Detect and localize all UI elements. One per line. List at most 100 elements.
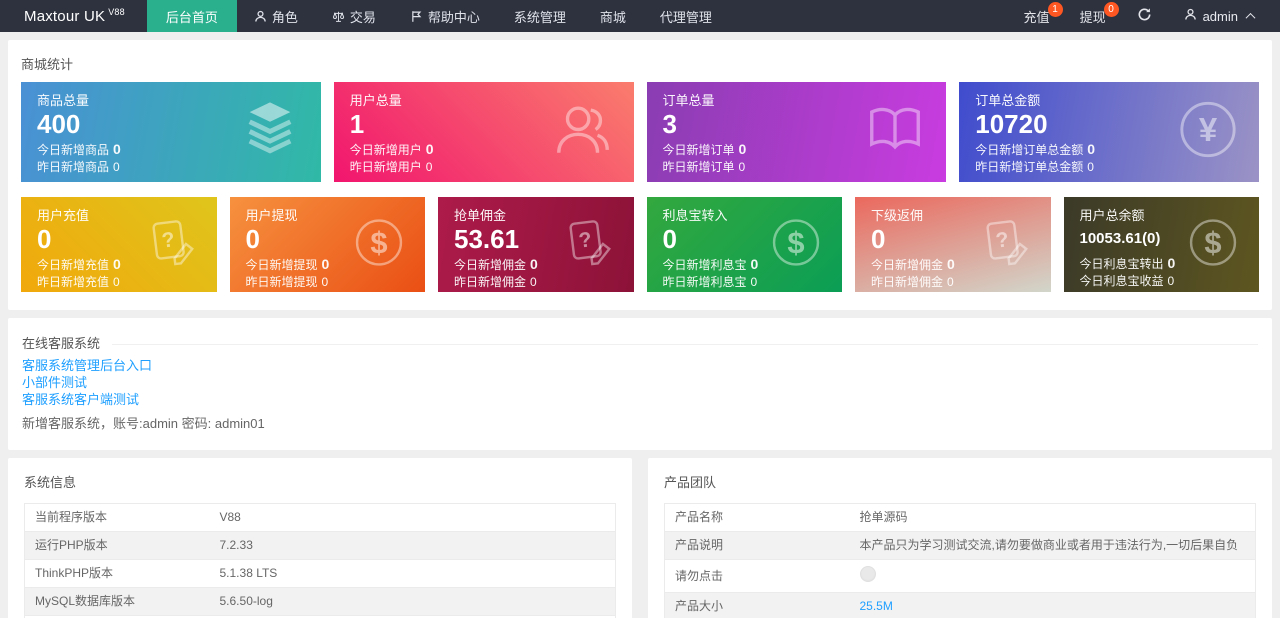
table-row: 产品名称 抢单源码 xyxy=(664,503,1256,532)
withdraw-badge: 0 xyxy=(1103,2,1119,17)
book-icon xyxy=(864,99,926,166)
row-label: 产品说明 xyxy=(664,531,850,560)
stat-card-yesterday-line: 昨日新增佣金 0 xyxy=(454,275,537,289)
stat-card-yesterday-line: 昨日新增佣金 0 xyxy=(871,275,954,289)
doc-question-icon: ? xyxy=(145,216,197,273)
nav-item-roles[interactable]: 角色 xyxy=(237,0,315,32)
table-row: 运行PHP版本 7.2.33 xyxy=(24,531,616,560)
stat-card-order-total: 订单总量 3 今日新增订单 0 昨日新增订单 0 xyxy=(646,82,947,182)
doc-question-icon: ? xyxy=(562,216,614,273)
row-value: 5.6.50-log xyxy=(209,587,616,616)
svg-text:$: $ xyxy=(787,225,804,260)
chevron-up-icon xyxy=(1245,12,1256,23)
dollar-circle-icon: $ xyxy=(770,216,822,273)
user-icon xyxy=(1184,8,1197,24)
row-label: 运行PHP版本 xyxy=(24,531,210,560)
mall-stats-title: 商城统计 xyxy=(21,57,74,72)
stat-cards-row1: 商品总量 400 今日新增商品 0 昨日新增商品 0 用户总量 1 今日新增用户 0 昨日新增用户 0… xyxy=(21,82,1259,182)
online-service-title: 在线客服系统 xyxy=(22,336,101,351)
stat-cards-row2: 用户充值 0 今日新增充值 0 昨日新增充值 0? 用户提现 0 今日新增提现 0 昨日新增提现 0 $… xyxy=(21,197,1259,292)
table-row: 产品大小 25.5M xyxy=(664,592,1256,618)
nav-item-mall[interactable]: 商城 xyxy=(583,0,643,32)
svg-text:?: ? xyxy=(577,228,593,252)
nav-item-system-manage[interactable]: 系统管理 xyxy=(497,0,583,32)
nav-item-label: 交易 xyxy=(349,9,376,25)
nav-right: 充值 1 提现 0 admin xyxy=(1009,0,1280,32)
table-row: 产品说明 本产品只为学习测试交流,请勿要做商业或者用于违法行为,一切后果自负 xyxy=(664,531,1256,560)
stat-card-yesterday-line: 昨日新增充值 0 xyxy=(37,275,120,289)
nav-item-help-center[interactable]: 帮助中心 xyxy=(393,0,497,32)
row-label: ThinkPHP版本 xyxy=(24,559,210,588)
app-logo: Maxtour UK V88 xyxy=(0,0,147,32)
row-value: V88 xyxy=(209,503,616,532)
service-link-service-client-test[interactable]: 客服系统客户端测试 xyxy=(22,391,139,408)
stat-card-yesterday-line: 今日利息宝收益 0 xyxy=(1079,274,1175,288)
nav-item-label: 后台首页 xyxy=(165,9,218,25)
user-menu[interactable]: admin xyxy=(1168,0,1266,32)
refresh-button[interactable] xyxy=(1121,0,1168,32)
stat-card-user-total: 用户总量 1 今日新增用户 0 昨日新增用户 0 xyxy=(333,82,634,182)
stat-card-interest-transfer-in: 利息宝转入 0 今日新增利息宝 0 昨日新增利息宝 0 $ xyxy=(646,197,842,292)
stat-card-yesterday-line: 昨日新增提现 0 xyxy=(245,275,329,289)
dollar-circle-icon: $ xyxy=(353,216,405,273)
user-icon xyxy=(254,10,267,23)
service-link-widget-test[interactable]: 小部件测试 xyxy=(22,374,87,391)
dollar-circle-icon: $ xyxy=(1187,216,1239,273)
row-label: 当前程序版本 xyxy=(24,503,210,532)
main-content: 商城统计 商品总量 400 今日新增商品 0 昨日新增商品 0 用户总量 1 今日新增用户 0 昨日… xyxy=(0,32,1280,618)
service-account-note: 新增客服系统，账号:admin 密码: admin01 xyxy=(22,416,265,431)
stat-card-user-recharge: 用户充值 0 今日新增充值 0 昨日新增充值 0? xyxy=(21,197,217,292)
bottom-panels: 系统信息 当前程序版本 V88 运行PHP版本 7.2.33 ThinkPHP版本 5.1… xyxy=(8,458,1272,618)
app-logo-version: V88 xyxy=(108,7,125,17)
nav-menu: 后台首页 角色 交易 帮助中心 系统管理 商城 代理管理 xyxy=(146,0,729,32)
stat-card-order-amount-total: 订单总金额 10720 今日新增订单总金额 0 昨日新增订单总金额 0 ¥ xyxy=(959,82,1259,182)
row-value xyxy=(849,559,1256,593)
online-service-panel: 在线客服系统 客服系统管理后台入口 小部件测试 客服系统客户端测试 新增客服系统，账… xyxy=(8,318,1272,450)
row-value: 抢单源码 xyxy=(849,503,1256,532)
nav-item-label: 代理管理 xyxy=(659,9,712,25)
app-logo-text: Maxtour UK xyxy=(24,7,106,25)
nav-item-agent-manage[interactable]: 代理管理 xyxy=(643,0,729,32)
system-info-panel: 系统信息 当前程序版本 V88 运行PHP版本 7.2.33 ThinkPHP版本 5.1… xyxy=(8,458,632,618)
top-navbar: Maxtour UK V88 后台首页 角色 交易 帮助中心 系统管理 商城 代理管理 充值 … xyxy=(0,0,1280,32)
users-icon xyxy=(552,99,614,166)
stat-card-product-total: 商品总量 400 今日新增商品 0 昨日新增商品 0 xyxy=(21,82,321,182)
svg-text:¥: ¥ xyxy=(1199,111,1218,148)
nav-item-label: 商城 xyxy=(599,9,626,25)
row-value: 7.2.33 xyxy=(209,531,616,560)
row-value: 25.5M xyxy=(849,592,1256,618)
service-link-service-admin-entry[interactable]: 客服系统管理后台入口 xyxy=(22,357,152,374)
product-team-panel: 产品团队 产品名称 抢单源码 产品说明 本产品只为学习测试交流,请勿要做商业或者用于违… xyxy=(648,458,1272,618)
flag-icon xyxy=(410,10,423,23)
svg-text:?: ? xyxy=(160,228,176,252)
svg-text:$: $ xyxy=(370,225,387,260)
service-links: 客服系统管理后台入口 小部件测试 客服系统客户端测试 xyxy=(22,357,1258,408)
nav-item-label: 系统管理 xyxy=(513,9,566,25)
row-label: MySQL数据库版本 xyxy=(24,587,210,616)
row-label: 请勿点击 xyxy=(664,559,850,593)
nav-item-trade[interactable]: 交易 xyxy=(315,0,393,32)
recharge-button[interactable]: 充值 1 xyxy=(1009,0,1065,32)
product-team-title: 产品团队 xyxy=(664,475,717,490)
row-value-link[interactable]: 25.5M xyxy=(860,599,893,613)
table-row: MySQL数据库版本 5.6.50-log xyxy=(24,587,616,616)
withdraw-button[interactable]: 提现 0 xyxy=(1065,0,1121,32)
row-label: 产品名称 xyxy=(664,503,850,532)
table-row: ThinkPHP版本 5.1.38 LTS xyxy=(24,559,616,588)
svg-text:$: $ xyxy=(1204,225,1221,260)
yen-circle-icon: ¥ xyxy=(1177,99,1239,166)
svg-text:?: ? xyxy=(994,228,1010,252)
stat-card-order-commission: 抢单佣金 53.61 今日新增佣金 0 昨日新增佣金 0? xyxy=(438,197,634,292)
do-not-click-icon[interactable] xyxy=(859,566,876,582)
username: admin xyxy=(1202,8,1238,24)
stat-card-user-balance-total: 用户总余额 10053.61(0) 今日利息宝转出 0 今日利息宝收益 0 $ xyxy=(1063,197,1259,292)
nav-item-home[interactable]: 后台首页 xyxy=(146,0,237,32)
withdraw-label: 提现 xyxy=(1079,9,1106,25)
table-row: 请勿点击 xyxy=(664,559,1256,593)
recharge-badge: 1 xyxy=(1047,2,1063,17)
stat-card-sub-rebate: 下级返佣 0 今日新增佣金 0 昨日新增佣金 0? xyxy=(855,197,1051,292)
recharge-label: 充值 xyxy=(1023,9,1050,25)
layers-icon xyxy=(239,99,301,166)
product-team-table: 产品名称 抢单源码 产品说明 本产品只为学习测试交流,请勿要做商业或者用于违法行为,一… xyxy=(664,503,1256,618)
row-label: 产品大小 xyxy=(664,592,850,618)
